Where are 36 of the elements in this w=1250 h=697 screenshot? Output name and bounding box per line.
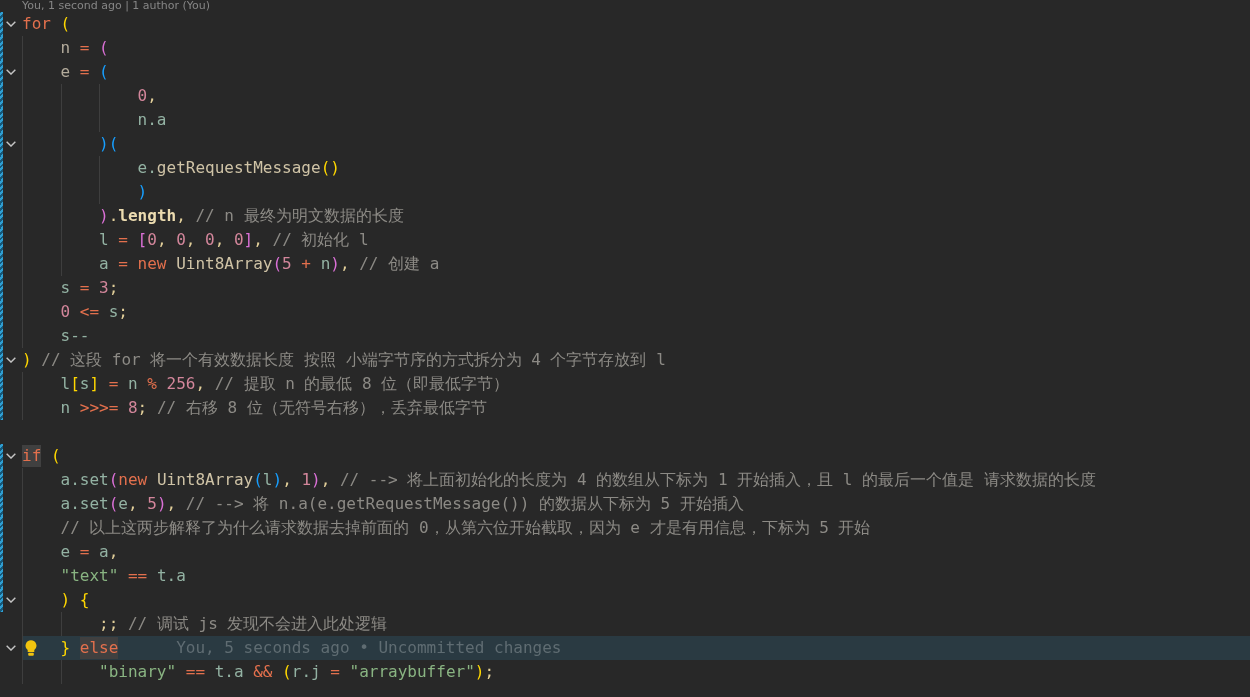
chevron-down-icon[interactable] bbox=[6, 69, 16, 75]
code-line: e = ( bbox=[60, 61, 109, 83]
code-line: if ( bbox=[22, 444, 61, 468]
code-line: for ( bbox=[22, 13, 71, 35]
code-line: "text" == t.a bbox=[60, 565, 186, 587]
code-line: ).length, // n 最终为明文数据的长度 bbox=[99, 205, 404, 227]
code-line: n = ( bbox=[60, 37, 109, 59]
chevron-down-icon[interactable] bbox=[6, 357, 16, 363]
code-line: ) // 这段 for 将一个有效数据长度 按照 小端字节序的方式拆分为 4 个字节存放到 l bbox=[22, 349, 666, 371]
code-line: a = new Uint8Array(5 + n), // 创建 a bbox=[99, 253, 440, 275]
code-line: s-- bbox=[60, 325, 90, 347]
code-line: s = 3; bbox=[60, 277, 119, 299]
code-line: e = a, bbox=[60, 541, 119, 563]
code-line: n.a bbox=[137, 109, 167, 131]
code-line: 0 <= s; bbox=[60, 301, 128, 323]
code-line: "binary" == t.a && (r.j = "arraybuffer"); bbox=[99, 661, 495, 683]
code-line: l[s] = n % 256, // 提取 n 的最低 8 位（即最低字节） bbox=[60, 373, 510, 395]
code-line: l = [0, 0, 0, 0], // 初始化 l bbox=[99, 229, 369, 251]
codelens-author-info[interactable]: You, 1 second ago | 1 author (You) bbox=[22, 0, 211, 12]
chevron-down-icon[interactable] bbox=[6, 597, 16, 603]
lightbulb-icon[interactable] bbox=[25, 640, 37, 656]
code-line: 0, bbox=[137, 85, 157, 107]
code-line: e.getRequestMessage() bbox=[137, 157, 340, 179]
code-line: } else bbox=[60, 636, 119, 660]
code-line: a.set(e, 5), // --> 将 n.a(e.getRequestMessage()) 的数据从下标为 5 开始插入 bbox=[60, 493, 744, 515]
code-line: ) bbox=[137, 181, 148, 203]
code-line: ) { bbox=[60, 589, 90, 611]
chevron-down-icon[interactable] bbox=[6, 21, 16, 27]
code-line: // 以上这两步解释了为什么请求数据去掉前面的 0，从第六位开始截取，因为 e 才是有用信息，下标为 5 开始 bbox=[60, 517, 871, 539]
code-line: a.set(new Uint8Array(l), 1), // --> 将上面初始化的长度为 4 的数组从下标为 1 开始插入，且 l 的最后一个值是 请求数据的长度 bbox=[60, 469, 1096, 491]
code-line: )( bbox=[99, 133, 119, 155]
code-line: ;; // 调试 js 发现不会进入此处逻辑 bbox=[99, 613, 388, 635]
chevron-down-icon[interactable] bbox=[6, 645, 16, 651]
chevron-down-icon[interactable] bbox=[6, 141, 16, 147]
code-line: n >>>= 8; // 右移 8 位（无符号右移），丢弃最低字节 bbox=[60, 397, 487, 419]
chevron-down-icon[interactable] bbox=[6, 453, 16, 459]
